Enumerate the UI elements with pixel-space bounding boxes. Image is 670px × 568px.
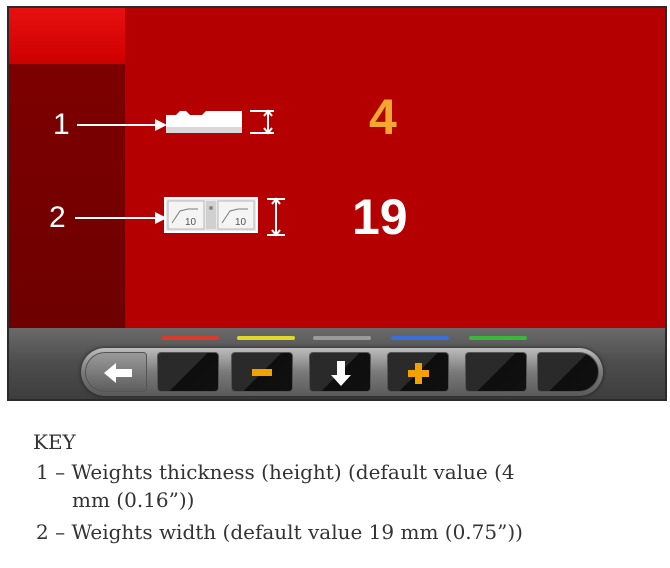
callout-1: 1 bbox=[53, 108, 70, 141]
blank-button-2[interactable] bbox=[465, 352, 527, 392]
machine-screen: 1 4 2 10 10 19 bbox=[7, 6, 667, 401]
back-arrow-icon bbox=[104, 363, 132, 383]
weight-label-a: 10 bbox=[185, 217, 197, 228]
blank-button-3[interactable] bbox=[537, 352, 599, 392]
key-title: KEY bbox=[33, 430, 76, 454]
content-area bbox=[125, 8, 665, 328]
weight-thickness-icon bbox=[166, 109, 274, 135]
red-indicator bbox=[161, 336, 219, 340]
width-value[interactable]: 19 bbox=[352, 188, 408, 246]
green-indicator bbox=[469, 336, 527, 340]
callout-2-arrow-line bbox=[75, 217, 157, 219]
gray-indicator bbox=[313, 336, 371, 340]
key-item-1-continued: mm (0.16”)) bbox=[72, 488, 195, 512]
callout-1-arrow-line bbox=[77, 124, 157, 126]
settings-panel: 1 4 2 10 10 19 bbox=[9, 8, 665, 328]
blue-indicator bbox=[391, 336, 449, 340]
yellow-indicator bbox=[237, 336, 295, 340]
minus-button[interactable] bbox=[231, 352, 293, 392]
weight-label-b: 10 bbox=[235, 217, 247, 228]
down-arrow-icon bbox=[331, 361, 351, 386]
function-toolbar bbox=[9, 328, 665, 399]
key-item-2: 2 – Weights width (default value 19 mm (… bbox=[36, 520, 523, 544]
width-dimension-icon bbox=[267, 197, 285, 237]
weight-width-icon: 10 10 bbox=[164, 197, 259, 233]
plus-button[interactable] bbox=[387, 352, 449, 392]
thickness-value[interactable]: 4 bbox=[369, 88, 397, 146]
down-button[interactable] bbox=[309, 352, 371, 392]
plus-icon bbox=[408, 363, 429, 384]
callout-2: 2 bbox=[49, 201, 66, 234]
key-item-1: 1 – Weights thickness (height) (default … bbox=[36, 460, 515, 484]
back-button[interactable] bbox=[85, 352, 147, 392]
left-strip bbox=[9, 64, 125, 328]
button-bar bbox=[81, 348, 603, 396]
minus-icon bbox=[252, 369, 272, 376]
blank-button-1[interactable] bbox=[157, 352, 219, 392]
corner-tab bbox=[9, 8, 125, 64]
